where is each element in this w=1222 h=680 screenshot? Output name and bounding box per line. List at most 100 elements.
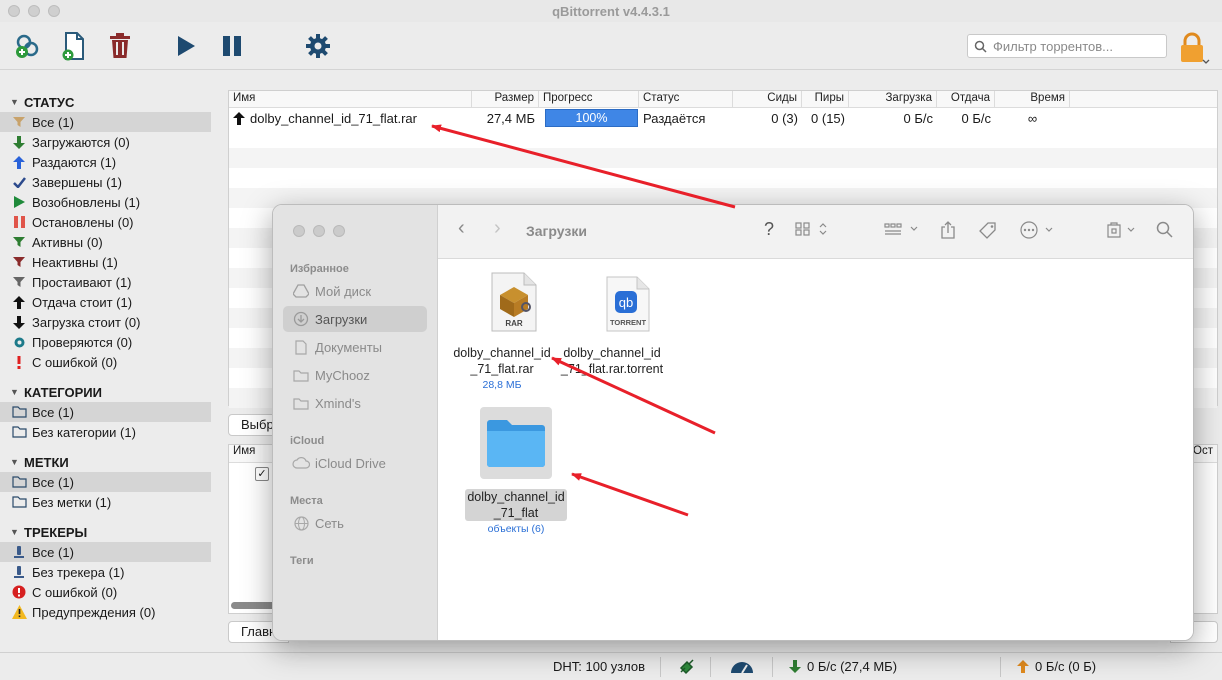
add-torrent-link-button[interactable] xyxy=(12,30,44,62)
finder-zoom-button[interactable] xyxy=(333,225,345,237)
finder-item-xmind[interactable]: Xmind's xyxy=(283,390,427,416)
finder-item-label: Сеть xyxy=(315,515,344,531)
column-header-status[interactable]: Статус xyxy=(639,91,733,107)
play-icon xyxy=(10,196,28,208)
sidebar-item[interactable]: Все (1) xyxy=(0,112,211,132)
sidebar-item[interactable]: Без трекера (1) xyxy=(0,562,211,582)
sidebar-item[interactable]: Предупреждения (0) xyxy=(0,602,211,622)
sidebar-item[interactable]: Возобновлены (1) xyxy=(0,192,211,212)
resume-button[interactable] xyxy=(170,30,202,62)
torrent-peers: 0 (15) xyxy=(811,110,845,126)
sidebar-item[interactable]: Загрузка стоит (0) xyxy=(0,312,211,332)
finder-item-downloads[interactable]: Загрузки xyxy=(283,306,427,332)
files-column-remaining[interactable]: Ост xyxy=(1193,445,1213,457)
search-icon xyxy=(974,40,987,53)
column-header-eta[interactable]: Время xyxy=(995,91,1070,107)
file-item-rar[interactable]: RAR dolby_channel_id _71_flat.rar 28,8 М… xyxy=(450,271,554,393)
sidebar-item[interactable]: Все (1) xyxy=(0,472,211,492)
window-title: qBittorrent v4.4.3.1 xyxy=(552,4,670,19)
tags-section-title: МЕТКИ xyxy=(24,454,69,470)
sidebar-item[interactable]: Без метки (1) xyxy=(0,492,211,512)
settings-button[interactable] xyxy=(302,30,334,62)
finder-item-network[interactable]: Сеть xyxy=(283,510,427,536)
tags-button[interactable] xyxy=(978,221,998,241)
file-name: dolby_channel_id _71_flat.rar xyxy=(453,346,551,376)
upload-speed-status: 0 Б/с (0 Б) xyxy=(1017,659,1096,674)
column-header-download[interactable]: Загрузка xyxy=(849,91,937,107)
lock-button[interactable] xyxy=(1179,32,1213,69)
finder-item-mychooz[interactable]: MyChooz xyxy=(283,362,427,388)
finder-minimize-button[interactable] xyxy=(313,225,325,237)
help-button[interactable]: ? xyxy=(764,219,774,240)
files-column-name[interactable]: Имя xyxy=(233,445,255,457)
sidebar-item-label: Активны (0) xyxy=(32,234,103,250)
column-header-size[interactable]: Размер xyxy=(472,91,539,107)
file-checkbox[interactable]: ✓ xyxy=(255,467,269,481)
torrent-filter-field[interactable] xyxy=(967,34,1167,58)
sidebar-item[interactable]: Активны (0) xyxy=(0,232,211,252)
pause-icon xyxy=(10,216,28,228)
sidebar-item[interactable]: Без категории (1) xyxy=(0,422,211,442)
categories-section-header[interactable]: ▼ КАТЕГОРИИ xyxy=(0,382,218,402)
sidebar-item-label: С ошибкой (0) xyxy=(32,584,118,600)
chevron-down-icon: ▼ xyxy=(10,457,19,467)
column-header-peers[interactable]: Пиры xyxy=(802,91,849,107)
storage-button[interactable] xyxy=(1106,221,1138,239)
sidebar-item[interactable]: Все (1) xyxy=(0,542,211,562)
sidebar-item[interactable]: Проверяются (0) xyxy=(0,332,211,352)
finder-item-label: Мой диск xyxy=(315,283,372,299)
add-torrent-file-button[interactable] xyxy=(58,30,90,62)
torrent-download-speed: 0 Б/с xyxy=(903,110,934,126)
sidebar-item[interactable]: Неактивны (1) xyxy=(0,252,211,272)
status-section-header[interactable]: ▼ СТАТУС xyxy=(0,92,218,112)
plug-icon xyxy=(679,659,694,675)
file-name: dolby_channel_id _71_flat.rar.torrent xyxy=(560,346,664,376)
finder-close-button[interactable] xyxy=(293,225,305,237)
column-header-name[interactable]: Имя xyxy=(229,91,472,107)
sidebar-item[interactable]: С ошибкой (0) xyxy=(0,352,211,372)
view-mode-button[interactable] xyxy=(795,221,829,237)
file-item-folder[interactable]: dolby_channel_id _71_flat объекты (6) xyxy=(462,407,570,537)
column-header-seeds[interactable]: Сиды xyxy=(733,91,802,107)
sidebar-item[interactable]: С ошибкой (0) xyxy=(0,582,211,602)
column-header-progress[interactable]: Прогресс xyxy=(539,91,639,107)
back-button[interactable]: ‹ xyxy=(458,217,465,240)
finder-item-my-drive[interactable]: Мой диск xyxy=(283,278,427,304)
sidebar-item[interactable]: Остановлены (0) xyxy=(0,212,211,232)
speed-limit-button[interactable] xyxy=(729,659,755,675)
sidebar-item[interactable]: Завершены (1) xyxy=(0,172,211,192)
sidebar-item[interactable]: Все (1) xyxy=(0,402,211,422)
sidebar-item-label: С ошибкой (0) xyxy=(32,354,118,370)
torrent-filter-input[interactable] xyxy=(993,38,1163,54)
upload-speed-text: 0 Б/с (0 Б) xyxy=(1035,659,1097,674)
sidebar-item-label: Отдача стоит (1) xyxy=(32,294,133,310)
sidebar-item-label: Предупреждения (0) xyxy=(32,604,156,620)
finder-item-icloud-drive[interactable]: iCloud Drive xyxy=(283,450,427,476)
arrow-down-icon xyxy=(10,135,28,149)
torrent-progress-bar: 100% xyxy=(545,109,638,127)
file-item-torrent[interactable]: qb TORRENT dolby_channel_id _71_flat.rar… xyxy=(556,271,668,377)
finder-item-documents[interactable]: Документы xyxy=(283,334,427,360)
finder-toolbar: ‹ › Загрузки ? xyxy=(438,205,1193,259)
sidebar-item[interactable]: Раздаются (1) xyxy=(0,152,211,172)
column-header-upload[interactable]: Отдача xyxy=(937,91,995,107)
torrent-seeds: 0 (3) xyxy=(771,110,798,126)
pause-button[interactable] xyxy=(216,30,248,62)
finder-search-button[interactable] xyxy=(1156,221,1174,239)
chevron-right-icon: › xyxy=(494,217,501,239)
tags-section-header[interactable]: ▼ МЕТКИ xyxy=(0,452,218,472)
cloud-icon xyxy=(291,457,311,469)
trackers-section-header[interactable]: ▼ ТРЕКЕРЫ xyxy=(0,522,218,542)
sidebar-item[interactable]: Загружаются (0) xyxy=(0,132,211,152)
delete-torrent-button[interactable] xyxy=(104,30,136,62)
finder-item-label: MyChooz xyxy=(315,367,370,383)
group-button[interactable] xyxy=(884,221,920,237)
forward-button[interactable]: › xyxy=(494,217,501,240)
more-actions-button[interactable] xyxy=(1020,221,1056,239)
share-button[interactable] xyxy=(940,221,956,239)
sidebar-item[interactable]: Отдача стоит (1) xyxy=(0,292,211,312)
folder-icon xyxy=(10,426,28,438)
connection-status-button[interactable] xyxy=(678,659,696,675)
table-row[interactable]: dolby_channel_id_71_flat.rar 27,4 МБ 100… xyxy=(229,108,1217,128)
sidebar-item[interactable]: Простаивают (1) xyxy=(0,272,211,292)
